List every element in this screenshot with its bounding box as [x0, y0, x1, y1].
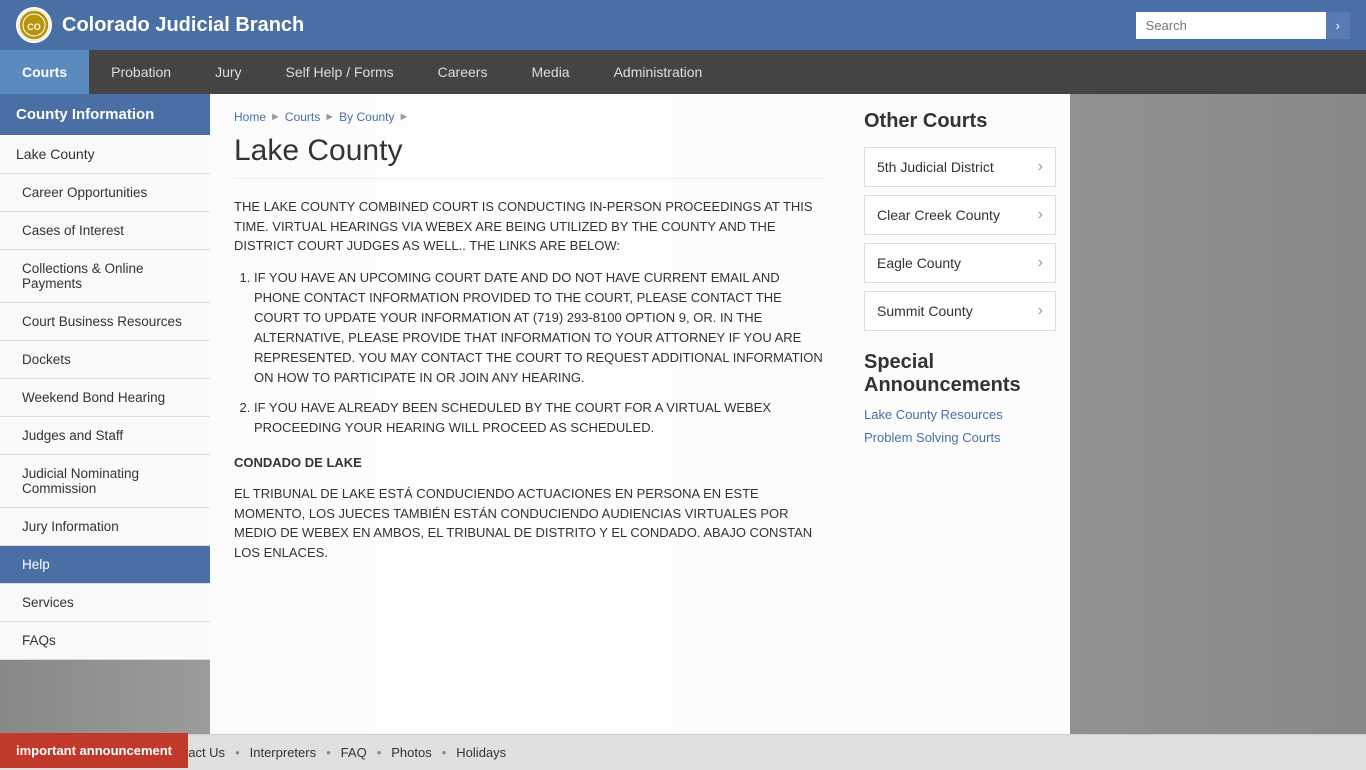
sidebar-item-court-business[interactable]: Court Business Resources — [0, 303, 210, 341]
court-link-5th-judicial[interactable]: 5th Judicial District › — [864, 147, 1056, 187]
court-link-label: Summit County — [877, 303, 973, 319]
announcement-problem-solving[interactable]: Problem Solving Courts — [864, 430, 1056, 445]
sidebar-item-collections[interactable]: Collections & Online Payments — [0, 250, 210, 303]
sidebar-item-judges[interactable]: Judges and Staff — [0, 417, 210, 455]
logo-icon: CO — [16, 7, 52, 43]
chevron-right-icon: › — [1038, 206, 1043, 224]
sidebar-item-lake-county[interactable]: Lake County — [0, 135, 210, 174]
nav-item-probation[interactable]: Probation — [89, 50, 193, 94]
sidebar-item-career-opportunities[interactable]: Career Opportunities — [0, 174, 210, 212]
sidebar-item-weekend-bond[interactable]: Weekend Bond Hearing — [0, 379, 210, 417]
nav-item-jury[interactable]: Jury — [193, 50, 263, 94]
court-link-eagle[interactable]: Eagle County › — [864, 243, 1056, 283]
sidebar-item-cases-of-interest[interactable]: Cases of Interest — [0, 212, 210, 250]
footer-dot-2: • — [235, 745, 240, 760]
court-link-label: 5th Judicial District — [877, 159, 994, 175]
right-sidebar: Other Courts 5th Judicial District › Cle… — [850, 94, 1070, 734]
nav-item-careers[interactable]: Careers — [416, 50, 510, 94]
nav-item-selfhelp[interactable]: Self Help / Forms — [264, 50, 416, 94]
chevron-right-icon: › — [1038, 158, 1043, 176]
main-nav: Courts Probation Jury Self Help / Forms … — [0, 50, 1366, 94]
breadcrumb-by-county[interactable]: By County — [339, 110, 394, 124]
search-input[interactable] — [1136, 12, 1326, 39]
breadcrumb-home[interactable]: Home — [234, 110, 266, 124]
footer-holidays[interactable]: Holidays — [456, 745, 506, 760]
important-announcement-button[interactable]: important announcement — [0, 733, 188, 768]
intro-paragraph: THE LAKE COUNTY COMBINED COURT IS CONDUC… — [234, 197, 826, 256]
breadcrumb-courts[interactable]: Courts — [285, 110, 320, 124]
page-title: Lake County — [234, 134, 826, 179]
site-header: CO Colorado Judicial Branch › — [0, 0, 1366, 50]
sidebar-item-faqs[interactable]: FAQs — [0, 622, 210, 660]
breadcrumb: Home ► Courts ► By County ► — [234, 110, 826, 124]
sidebar: County Information Lake County Career Op… — [0, 94, 210, 734]
court-link-label: Eagle County — [877, 255, 961, 271]
condado-heading: CONDADO DE LAKE — [234, 453, 826, 473]
sidebar-header: County Information — [0, 94, 210, 135]
content-area: Home ► Courts ► By County ► Lake County … — [210, 94, 850, 734]
footer-interpreters[interactable]: Interpreters — [250, 745, 316, 760]
breadcrumb-sep-3: ► — [399, 111, 410, 123]
sidebar-item-judicial-nominating[interactable]: Judicial Nominating Commission — [0, 455, 210, 508]
sidebar-item-help[interactable]: Help — [0, 546, 210, 584]
nav-item-administration[interactable]: Administration — [592, 50, 725, 94]
site-title: Colorado Judicial Branch — [62, 14, 304, 37]
footer-dot-4: • — [377, 745, 382, 760]
main-text: THE LAKE COUNTY COMBINED COURT IS CONDUC… — [234, 197, 826, 562]
page-body: County Information Lake County Career Op… — [0, 94, 1366, 734]
breadcrumb-sep-1: ► — [270, 111, 281, 123]
footer-photos[interactable]: Photos — [391, 745, 431, 760]
search-button[interactable]: › — [1326, 12, 1350, 39]
announcement-lake-county[interactable]: Lake County Resources — [864, 407, 1056, 422]
main-content: Home ► Courts ► By County ► Lake County … — [210, 94, 1366, 734]
svg-text:CO: CO — [27, 22, 41, 32]
search-bar: › — [1136, 12, 1350, 39]
content-list: IF YOU HAVE AN UPCOMING COURT DATE AND D… — [234, 268, 826, 439]
nav-item-media[interactable]: Media — [509, 50, 591, 94]
footer-faq[interactable]: FAQ — [341, 745, 367, 760]
nav-item-courts[interactable]: Courts — [0, 50, 89, 94]
court-link-summit[interactable]: Summit County › — [864, 291, 1056, 331]
list-item-2: IF YOU HAVE ALREADY BEEN SCHEDULED BY TH… — [254, 398, 826, 438]
list-item-1: IF YOU HAVE AN UPCOMING COURT DATE AND D… — [254, 268, 826, 389]
breadcrumb-sep-2: ► — [324, 111, 335, 123]
special-announcements-title: Special Announcements — [864, 351, 1056, 397]
condado-text: EL TRIBUNAL DE LAKE ESTÁ CONDUCIENDO ACT… — [234, 484, 826, 562]
court-link-label: Clear Creek County — [877, 207, 1000, 223]
other-courts-title: Other Courts — [864, 110, 1056, 133]
sidebar-item-services[interactable]: Services — [0, 584, 210, 622]
footer-dot-3: • — [326, 745, 331, 760]
sidebar-item-dockets[interactable]: Dockets — [0, 341, 210, 379]
logo-area: CO Colorado Judicial Branch — [16, 7, 304, 43]
court-link-clear-creek[interactable]: Clear Creek County › — [864, 195, 1056, 235]
chevron-right-icon: › — [1038, 302, 1043, 320]
footer-bar: Transparency Online • Contact Us • Inter… — [0, 734, 1366, 770]
footer-dot-5: • — [442, 745, 447, 760]
chevron-right-icon: › — [1038, 254, 1043, 272]
sidebar-item-jury-info[interactable]: Jury Information — [0, 508, 210, 546]
